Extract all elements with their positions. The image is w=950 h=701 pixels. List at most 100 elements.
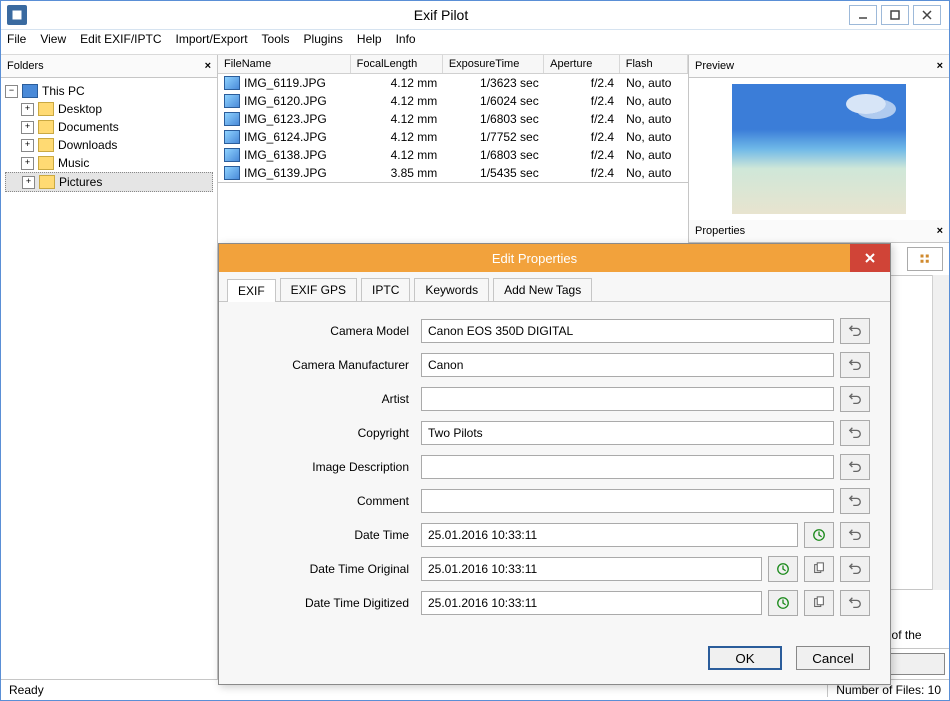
undo-button[interactable] [840,488,870,514]
minimize-button[interactable] [849,5,877,25]
properties-config-icon[interactable] [907,247,943,271]
window-title: Exif Pilot [33,7,849,23]
field-input-camera_model[interactable] [421,319,834,343]
cell-filename: IMG_6123.JPG [244,112,327,126]
undo-button[interactable] [840,556,870,582]
cell-aperture: f/2.4 [545,94,620,108]
cell-aperture: f/2.4 [545,148,620,162]
file-table-header: FileName FocalLength ExposureTime Apertu… [218,55,688,74]
file-row[interactable]: IMG_6119.JPG4.12 mm1/3623 secf/2.4No, au… [218,74,688,92]
cell-filename: IMG_6124.JPG [244,130,327,144]
pc-icon [22,84,38,98]
copy-button[interactable] [804,556,834,582]
col-focallength[interactable]: FocalLength [351,55,443,73]
col-aperture[interactable]: Aperture [544,55,620,73]
tab-exif-gps[interactable]: EXIF GPS [280,278,357,301]
tree-label: This PC [42,84,85,98]
folders-title: Folders [7,60,44,72]
scrollbar[interactable] [932,275,949,590]
tab-exif[interactable]: EXIF [227,279,276,302]
clock-button[interactable] [768,556,798,582]
tree-item-downloads[interactable]: +Downloads [5,136,213,154]
cell-focallength: 4.12 mm [351,148,443,162]
file-row[interactable]: IMG_6138.JPG4.12 mm1/6803 secf/2.4No, au… [218,146,688,164]
cell-exposuretime: 1/3623 sec [443,76,544,90]
close-button[interactable] [913,5,941,25]
tab-keywords[interactable]: Keywords [414,278,489,301]
field-label-artist: Artist [239,392,421,406]
undo-button[interactable] [840,420,870,446]
cell-flash: No, auto [620,148,688,162]
menu-edit-exif-iptc[interactable]: Edit EXIF/IPTC [80,32,161,52]
field-label-date_time_digitized: Date Time Digitized [239,596,421,610]
tree-label: Desktop [58,102,102,116]
expander-icon[interactable]: + [22,176,35,189]
field-label-camera_model: Camera Model [239,324,421,338]
file-row[interactable]: IMG_6139.JPG3.85 mm1/5435 secf/2.4No, au… [218,164,688,182]
expander-icon[interactable]: − [5,85,18,98]
undo-button[interactable] [840,318,870,344]
tree-label: Music [58,156,89,170]
tab-iptc[interactable]: IPTC [361,278,410,301]
expander-icon[interactable]: + [21,139,34,152]
expander-icon[interactable]: + [21,103,34,116]
preview-panel-header: Preview × [689,55,949,78]
field-input-copyright[interactable] [421,421,834,445]
maximize-button[interactable] [881,5,909,25]
undo-button[interactable] [840,352,870,378]
image-icon [224,130,240,144]
cell-filename: IMG_6120.JPG [244,94,327,108]
folders-panel-header: Folders × [1,55,217,78]
field-input-camera_manufacturer[interactable] [421,353,834,377]
folder-icon [38,156,54,170]
field-input-comment[interactable] [421,489,834,513]
folder-icon [38,120,54,134]
cell-exposuretime: 1/6803 sec [443,112,544,126]
undo-button[interactable] [840,386,870,412]
folders-close-icon[interactable]: × [205,60,211,72]
dialog-tabs: EXIF EXIF GPS IPTC Keywords Add New Tags [219,272,890,302]
expander-icon[interactable]: + [21,121,34,134]
menu-help[interactable]: Help [357,32,382,52]
menu-view[interactable]: View [40,32,66,52]
col-filename[interactable]: FileName [218,55,351,73]
field-input-date_time_digitized[interactable] [421,591,762,615]
image-icon [224,166,240,180]
menu-import-export[interactable]: Import/Export [176,32,248,52]
menu-file[interactable]: File [7,32,26,52]
field-input-date_time_original[interactable] [421,557,762,581]
file-row[interactable]: IMG_6120.JPG4.12 mm1/6024 secf/2.4No, au… [218,92,688,110]
tab-add-new-tags[interactable]: Add New Tags [493,278,592,301]
dialog-close-button[interactable] [850,244,890,272]
properties-panel-header: Properties × [689,220,949,243]
preview-close-icon[interactable]: × [937,60,943,72]
cancel-button[interactable]: Cancel [796,646,870,670]
clock-button[interactable] [768,590,798,616]
tree-this-pc[interactable]: − This PC [5,82,213,100]
field-input-artist[interactable] [421,387,834,411]
menu-plugins[interactable]: Plugins [304,32,343,52]
properties-close-icon[interactable]: × [937,225,943,237]
field-input-image_description[interactable] [421,455,834,479]
cell-flash: No, auto [620,166,688,180]
tree-item-music[interactable]: + Music [5,154,213,172]
menu-info[interactable]: Info [396,32,416,52]
undo-button[interactable] [840,454,870,480]
menu-tools[interactable]: Tools [262,32,290,52]
col-exposuretime[interactable]: ExposureTime [443,55,544,73]
undo-button[interactable] [840,522,870,548]
field-input-date_time[interactable] [421,523,798,547]
tree-item-pictures[interactable]: +Pictures [5,172,213,192]
ok-button[interactable]: OK [708,646,782,670]
tree-item-documents[interactable]: +Documents [5,118,213,136]
undo-button[interactable] [840,590,870,616]
col-flash[interactable]: Flash [620,55,688,73]
preview-title: Preview [695,60,734,72]
clock-button[interactable] [804,522,834,548]
copy-button[interactable] [804,590,834,616]
file-row[interactable]: IMG_6124.JPG4.12 mm1/7752 secf/2.4No, au… [218,128,688,146]
expander-icon[interactable]: + [21,157,34,170]
file-row[interactable]: IMG_6123.JPG4.12 mm1/6803 secf/2.4No, au… [218,110,688,128]
tree-item-desktop[interactable]: + Desktop [5,100,213,118]
cell-exposuretime: 1/6024 sec [443,94,544,108]
